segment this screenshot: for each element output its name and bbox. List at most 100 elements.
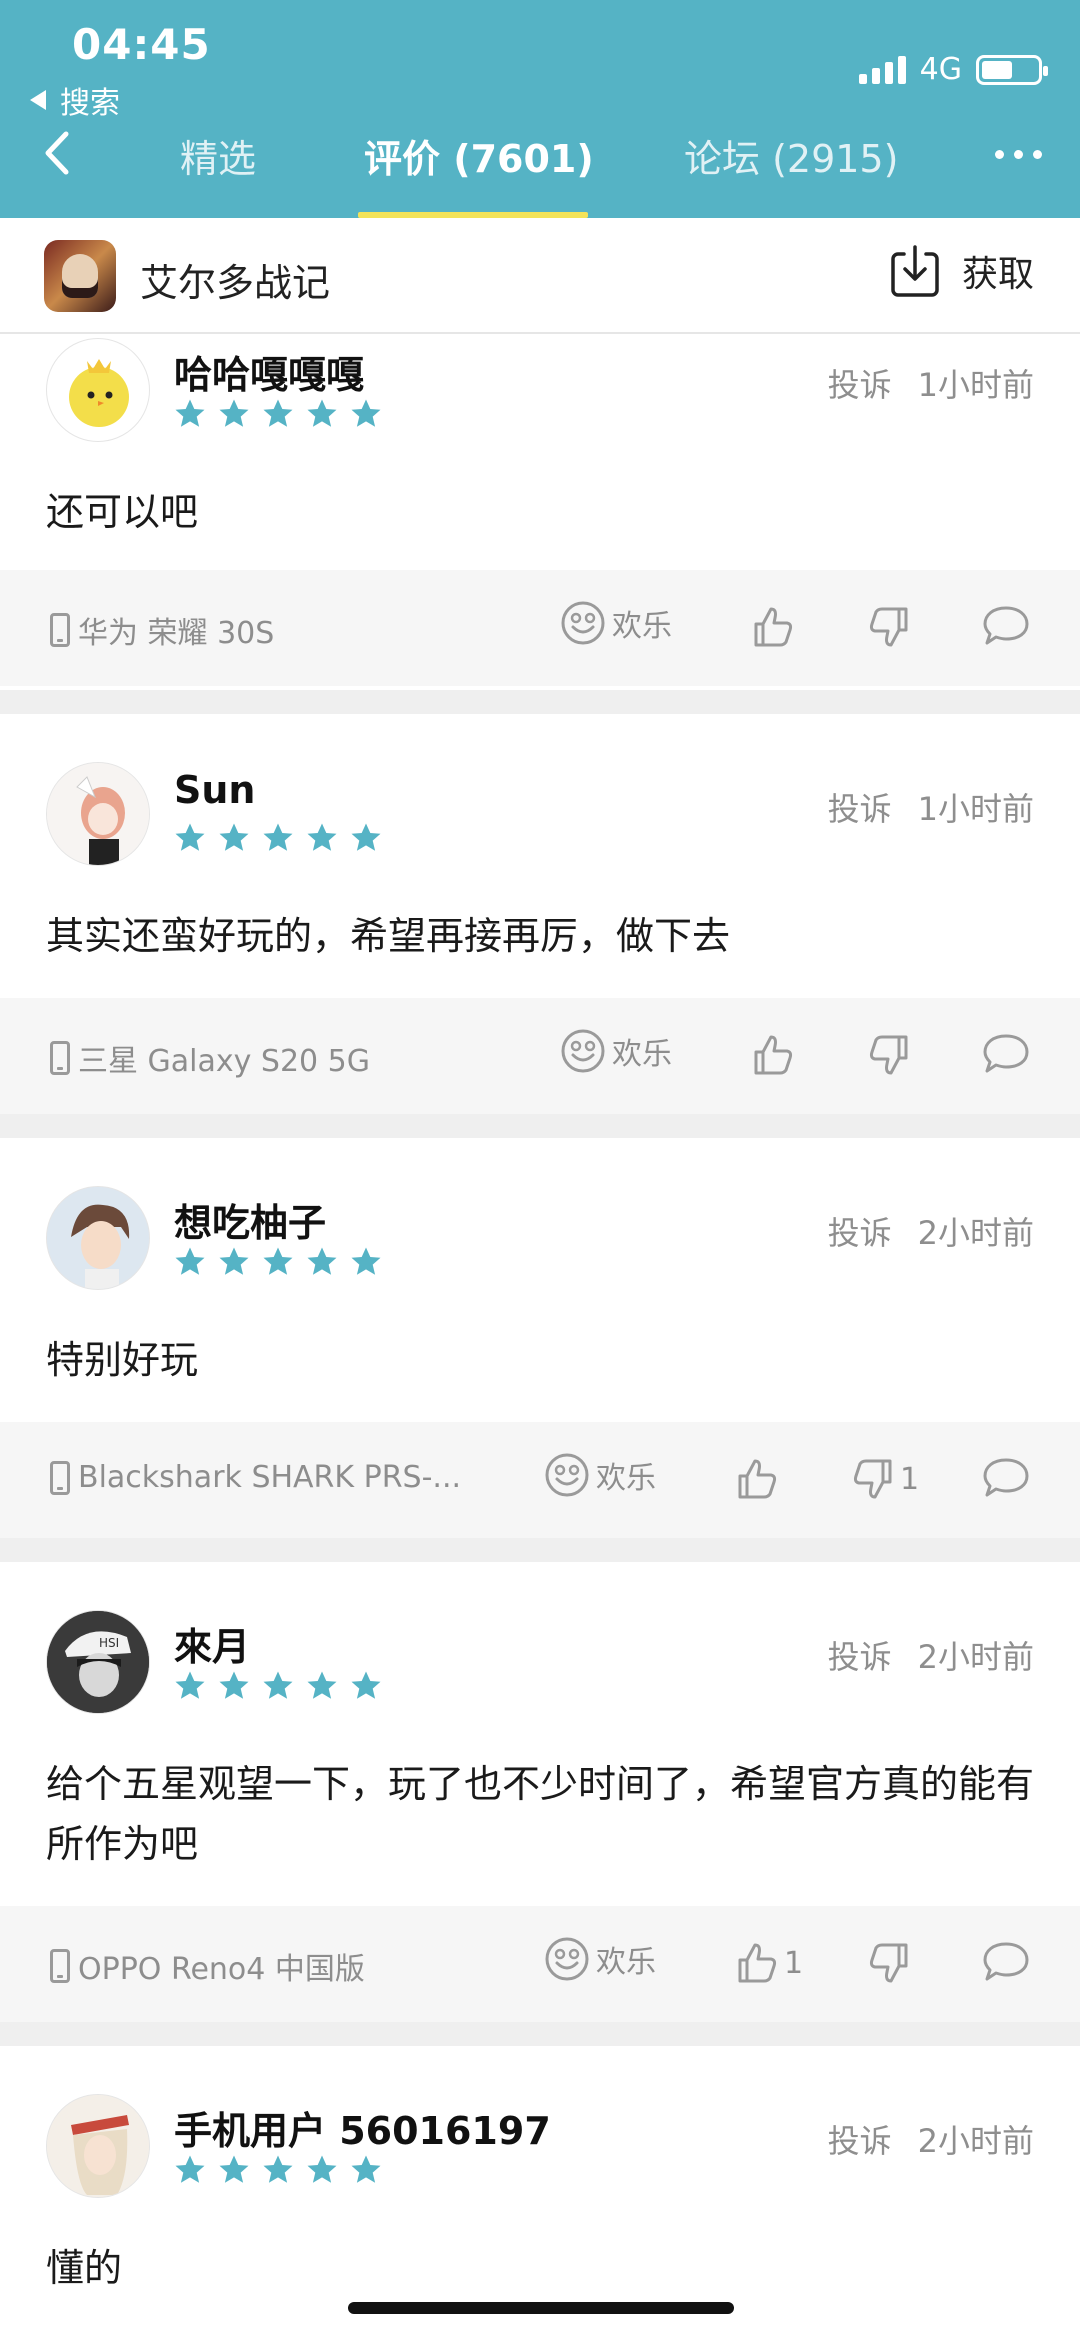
review-text: 懂的 [46,2246,123,2290]
divider [0,1538,1080,1562]
review-footer: 华为 荣耀 30S 欢乐 [0,570,1080,686]
dislike-button[interactable] [866,1940,916,1986]
avatar[interactable] [46,338,150,442]
tab-reviews[interactable]: 评价 (7601) [364,128,594,183]
review-meta: 投诉 1小时前 [828,784,1034,830]
review-username[interactable]: 想吃柚子 [174,1192,326,1247]
phone-icon [50,1460,70,1495]
star-icon [175,1671,205,1699]
review-time: 1小时前 [917,366,1034,404]
thumbs-down-icon [850,1456,896,1502]
home-indicator[interactable] [348,2302,734,2314]
star-icon [307,1671,337,1699]
tab-featured[interactable]: 精选 [180,128,256,183]
star-icon [263,2155,293,2183]
smiley-icon [544,1452,590,1498]
review-time: 2小时前 [917,1638,1034,1676]
device-label: OPPO Reno4 中国版 [78,1952,365,1987]
avatar[interactable]: HSI [46,1610,150,1714]
mood-label: 欢乐 [596,1461,656,1496]
mood-label: 欢乐 [596,1945,656,1980]
svg-text:HSI: HSI [99,1636,119,1650]
report-link[interactable]: 投诉 [828,1208,892,1254]
review-username[interactable]: Sun [174,768,255,812]
app-name[interactable]: 艾尔多战记 [140,252,330,307]
back-triangle-icon [30,90,46,110]
review-text: 还可以吧 [46,490,199,534]
get-label: 获取 [961,254,1034,295]
review-username[interactable]: 手机用户 56016197 [174,2100,551,2155]
get-button[interactable]: 获取 [890,244,1034,298]
star-icon [307,2155,337,2183]
thumbs-up-icon [734,1940,780,1986]
review-meta: 投诉 2小时前 [828,2116,1034,2162]
star-icon [175,823,205,851]
like-button[interactable] [750,1032,800,1078]
mood-button[interactable]: 欢乐 [544,1452,656,1498]
more-icon[interactable] [995,150,1042,159]
mood-button[interactable]: 欢乐 [560,1028,672,1074]
like-count: 1 [784,1945,804,1981]
avatar[interactable] [46,1186,150,1290]
review-footer: OPPO Reno4 中国版 欢乐 1 [0,1906,1080,2022]
star-icon [307,1247,337,1275]
star-icon [175,399,205,427]
device-label: 三星 Galaxy S20 5G [78,1044,371,1079]
like-button[interactable]: 1 [734,1940,803,1986]
star-icon [351,399,381,427]
comment-button[interactable] [982,604,1030,648]
star-icon [175,1247,205,1275]
smiley-icon [560,1028,606,1074]
review-card: Sun 投诉 1小时前 其实还蛮好玩的，希望再接再厉，做下去 三星 Galaxy… [0,714,1080,1114]
mood-label: 欢乐 [612,609,672,644]
report-link[interactable]: 投诉 [828,784,892,830]
report-link[interactable]: 投诉 [828,2116,892,2162]
like-button[interactable] [734,1456,784,1502]
device-info: 三星 Galaxy S20 5G [50,1036,370,1080]
review-meta: 投诉 2小时前 [828,1632,1034,1678]
report-link[interactable]: 投诉 [828,1632,892,1678]
app-icon[interactable] [44,240,116,312]
review-time: 2小时前 [917,2122,1034,2160]
tab-forum[interactable]: 论坛 (2915) [684,128,898,183]
star-rating [174,822,382,854]
status-back-link[interactable]: 搜索 [30,78,120,122]
review-text: 特别好玩 [46,1338,199,1382]
review-card: 想吃柚子 投诉 2小时前 特别好玩 Blackshark SHARK PRS-.… [0,1138,1080,1538]
star-rating [174,1246,382,1278]
report-link[interactable]: 投诉 [828,360,892,406]
smiley-icon [560,600,606,646]
dislike-button[interactable] [866,1032,916,1078]
review-footer: Blackshark SHARK PRS-... 欢乐 1 [0,1422,1080,1538]
review-username[interactable]: 來月 [174,1616,250,1671]
divider [0,690,1080,714]
dislike-button[interactable] [866,604,916,650]
star-icon [219,1671,249,1699]
star-icon [219,1247,249,1275]
star-rating [174,2154,382,2186]
smiley-icon [544,1936,590,1982]
review-username[interactable]: 哈哈嘎嘎嘎 [174,344,364,399]
avatar[interactable] [46,2094,150,2198]
review-meta: 投诉 1小时前 [828,360,1034,406]
status-back-label: 搜索 [60,86,120,121]
phone-icon [50,613,70,647]
phone-icon [50,1041,70,1075]
divider [0,1114,1080,1138]
device-info: OPPO Reno4 中国版 [50,1944,365,1988]
star-icon [351,823,381,851]
like-button[interactable] [750,604,800,650]
mood-button[interactable]: 欢乐 [560,600,672,646]
mood-button[interactable]: 欢乐 [544,1936,656,1982]
dislike-button[interactable]: 1 [850,1456,919,1502]
status-time: 04:45 [72,20,211,69]
star-icon [307,823,337,851]
avatar[interactable] [46,762,150,866]
review-card: 哈哈嘎嘎嘎 投诉 1小时前 还可以吧 华为 荣耀 30S 欢乐 [0,334,1080,690]
review-meta: 投诉 2小时前 [828,1208,1034,1254]
comment-button[interactable] [982,1456,1030,1500]
comment-button[interactable] [982,1940,1030,1984]
device-info: Blackshark SHARK PRS-... [50,1460,461,1495]
star-icon [351,2155,381,2183]
comment-button[interactable] [982,1032,1030,1076]
